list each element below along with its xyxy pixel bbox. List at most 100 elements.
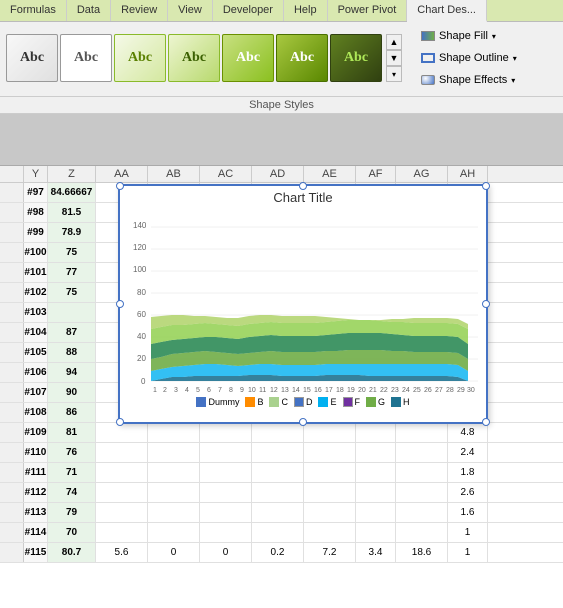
cell-dummy[interactable]: 78.9 — [48, 223, 96, 242]
resize-handle-tc[interactable] — [299, 182, 307, 190]
cell-id[interactable]: #103 — [24, 303, 48, 322]
cell-id[interactable]: #102 — [24, 283, 48, 302]
cell-dummy[interactable]: 84.66667 — [48, 183, 96, 202]
cell-id[interactable]: #114 — [24, 523, 48, 542]
resize-handle-mr[interactable] — [482, 300, 490, 308]
cell-id[interactable]: #109 — [24, 423, 48, 442]
cell-b[interactable] — [148, 523, 200, 542]
cell-id[interactable]: #112 — [24, 483, 48, 502]
resize-handle-br[interactable] — [482, 418, 490, 426]
cell-a[interactable] — [96, 483, 148, 502]
cell-d[interactable] — [252, 423, 304, 442]
scroll-more-button[interactable]: ▾ — [386, 66, 402, 82]
cell-b[interactable] — [148, 443, 200, 462]
tab-power-pivot[interactable]: Power Pivot — [328, 0, 408, 21]
cell-h[interactable]: 2.4 — [448, 443, 488, 462]
shape-style-1[interactable]: Abc — [6, 34, 58, 82]
cell-dummy[interactable]: 88 — [48, 343, 96, 362]
table-row[interactable]: #112742.6 — [0, 483, 563, 503]
cell-id[interactable]: #100 — [24, 243, 48, 262]
cell-h[interactable]: 1 — [448, 543, 488, 562]
cell-a[interactable] — [96, 443, 148, 462]
cell-b[interactable] — [148, 483, 200, 502]
shape-style-3[interactable]: Abc — [114, 34, 166, 82]
tab-chart-design[interactable]: Chart Des... — [407, 0, 487, 22]
cell-d[interactable] — [252, 483, 304, 502]
cell-a[interactable] — [96, 503, 148, 522]
cell-g[interactable] — [396, 423, 448, 442]
cell-b[interactable]: 0 — [148, 543, 200, 562]
resize-handle-bl[interactable] — [116, 418, 124, 426]
cell-id[interactable]: #97 — [24, 183, 48, 202]
cell-id[interactable]: #110 — [24, 443, 48, 462]
cell-dummy[interactable]: 71 — [48, 463, 96, 482]
cell-h[interactable]: 1 — [448, 523, 488, 542]
cell-id[interactable]: #99 — [24, 223, 48, 242]
cell-b[interactable] — [148, 503, 200, 522]
cell-h[interactable]: 1.6 — [448, 503, 488, 522]
cell-id[interactable]: #115 — [24, 543, 48, 562]
cell-id[interactable]: #106 — [24, 363, 48, 382]
cell-f[interactable]: 3.4 — [356, 543, 396, 562]
cell-c[interactable] — [200, 423, 252, 442]
table-row[interactable]: #11580.75.6000.27.23.418.61 — [0, 543, 563, 563]
cell-dummy[interactable]: 75 — [48, 243, 96, 262]
cell-d[interactable] — [252, 443, 304, 462]
cell-c[interactable] — [200, 503, 252, 522]
cell-e[interactable] — [304, 443, 356, 462]
cell-id[interactable]: #108 — [24, 403, 48, 422]
cell-b[interactable] — [148, 463, 200, 482]
cell-e[interactable] — [304, 483, 356, 502]
cell-dummy[interactable]: 90 — [48, 383, 96, 402]
cell-id[interactable]: #101 — [24, 263, 48, 282]
table-row[interactable]: #114701 — [0, 523, 563, 543]
cell-e[interactable] — [304, 423, 356, 442]
tab-view[interactable]: View — [168, 0, 213, 21]
cell-id[interactable]: #104 — [24, 323, 48, 342]
cell-c[interactable] — [200, 463, 252, 482]
cell-dummy[interactable]: 86 — [48, 403, 96, 422]
cell-g[interactable] — [396, 523, 448, 542]
shape-effects-button[interactable]: Shape Effects ▾ — [412, 70, 526, 90]
cell-f[interactable] — [356, 483, 396, 502]
scroll-up-button[interactable]: ▲ — [386, 34, 402, 50]
cell-dummy[interactable]: 74 — [48, 483, 96, 502]
cell-c[interactable] — [200, 523, 252, 542]
cell-a[interactable] — [96, 423, 148, 442]
cell-dummy[interactable]: 81.5 — [48, 203, 96, 222]
cell-e[interactable]: 7.2 — [304, 543, 356, 562]
cell-id[interactable]: #113 — [24, 503, 48, 522]
cell-dummy[interactable]: 76 — [48, 443, 96, 462]
cell-dummy[interactable]: 77 — [48, 263, 96, 282]
cell-h[interactable]: 4.8 — [448, 423, 488, 442]
cell-dummy[interactable]: 94 — [48, 363, 96, 382]
tab-developer[interactable]: Developer — [213, 0, 284, 21]
table-row[interactable]: #109814.8 — [0, 423, 563, 443]
cell-f[interactable] — [356, 423, 396, 442]
cell-d[interactable] — [252, 503, 304, 522]
table-row[interactable]: #111711.8 — [0, 463, 563, 483]
cell-e[interactable] — [304, 463, 356, 482]
cell-dummy[interactable]: 75 — [48, 283, 96, 302]
cell-dummy[interactable]: 79 — [48, 503, 96, 522]
cell-b[interactable] — [148, 423, 200, 442]
resize-handle-tl[interactable] — [116, 182, 124, 190]
cell-g[interactable] — [396, 483, 448, 502]
resize-handle-tr[interactable] — [482, 182, 490, 190]
table-row[interactable]: #11076 2.4 — [0, 443, 563, 463]
tab-formulas[interactable]: Formulas — [0, 0, 67, 21]
shape-style-7[interactable]: Abc — [330, 34, 382, 82]
cell-h[interactable]: 1.8 — [448, 463, 488, 482]
cell-g[interactable] — [396, 503, 448, 522]
table-row[interactable]: #11379 1.6 — [0, 503, 563, 523]
cell-a[interactable] — [96, 523, 148, 542]
cell-g[interactable] — [396, 443, 448, 462]
tab-review[interactable]: Review — [111, 0, 168, 21]
tab-data[interactable]: Data — [67, 0, 111, 21]
cell-e[interactable] — [304, 503, 356, 522]
cell-a[interactable] — [96, 463, 148, 482]
cell-id[interactable]: #107 — [24, 383, 48, 402]
cell-f[interactable] — [356, 523, 396, 542]
cell-id[interactable]: #98 — [24, 203, 48, 222]
resize-handle-bc[interactable] — [299, 418, 307, 426]
